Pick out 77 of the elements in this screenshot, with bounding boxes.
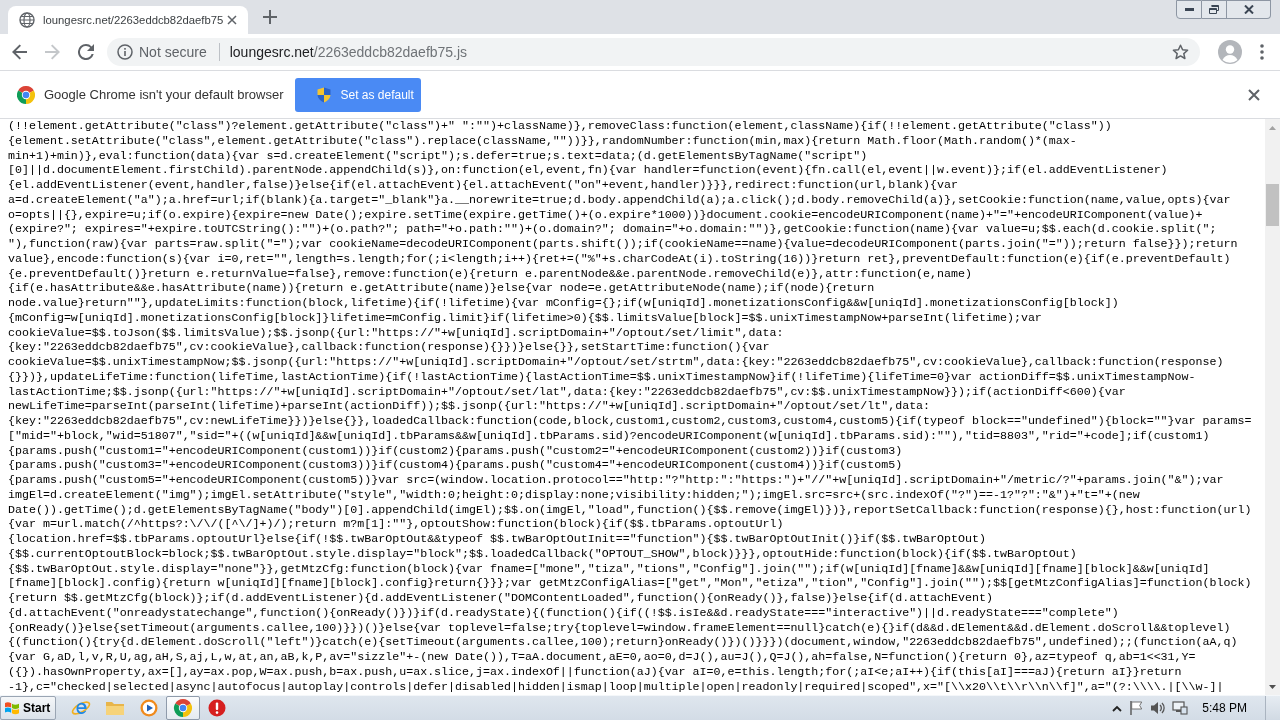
reload-icon	[78, 44, 94, 60]
restore-icon	[1209, 5, 1219, 14]
code-line: {e.preventDefault()}return e.returnValue=false},remove:function(e){return e.parentNode&&e.parentNode.removeChild(e)},attr:function(e,name)	[8, 266, 973, 282]
code-line: {$$.twBarOptOut.style.display="none"}},getMtzCfg:function(block){var fname=["mone","tiza","tions","Config"].join("");if(w[uniqId][fname]&&w[uniqId][fname][block]&&w[uniqId]	[8, 561, 1211, 577]
code-line: {element.setAttribute("class",element.getAttribute("class").replace(className,""))}},randomNumber:function(min,max){return Math.floor(Math.random()*(max-	[8, 133, 1078, 149]
code-line: {var G,aD,l,v,R,U,ag,aH,S,aj,L,w,at,an,aB,k,P,av="sizzle"+-(new Date()),T=aA.document,aE=0,ao=0,d=J(),au=J(),Q=J(),ah=false,N=function(){return 0},az=typeof q,ab=1<<31,Y=	[8, 650, 1197, 665]
minimize-icon	[1184, 7, 1194, 12]
plus-icon	[263, 10, 277, 24]
scroll-down-icon	[1269, 684, 1276, 689]
code-line: {location.href=$$.tbParams.optoutUrl}else{if(!$$.twBarOptOut&&typeof $$.twBarOptOutInit=="function"){$$.twBarOptOutInit()}if($$.twBarOptOut)	[8, 532, 987, 547]
info-icon	[117, 44, 133, 60]
code-line: newLifeTime=parseInt(parseInt(lifeTime)+parseInt(actionDiff));$$.jsonp({url:"https://"+w[uniqId].scriptDomain+"/optout/set/lt",data:	[8, 399, 932, 414]
avatar-icon	[1218, 40, 1242, 64]
code-line: {params.push("custom5="+encodeURIComponent(custom5))}var src=(window.location.protocol=="http:"?"http:":"https:")+"//"+w[uniqId].scriptDomain+"/metric/?"+params.join("&");var	[8, 473, 1225, 488]
code-line: {}})},updateLifeTime:function(lifeTime,lastActionTime){if(!lastActionTime){lastActionTime=$$.unixTimestampNow}if(!lifeTime){lifeTime=0}var actionDiff=$$.unixTimestampNow-	[8, 369, 1197, 385]
close-icon	[1248, 88, 1260, 101]
code-line: [fname][block].config){return w[uniqId][fname][block].config}return{}}};var getMtzConfigAlias=["get","Mon","etiza","tion","Config"].join("");$$[getMtzConfigAlias]=function(block)	[8, 576, 1253, 591]
code-line: {key:"2263eddcb82daefb75",cv:newLifeTime}})}else{}},loadedCallback:function(code,block,custom1,custom2,custom3,custom4,custom5){if(typeof block=="undefined"){block=""}var params=	[8, 414, 1253, 429]
code-line: value},encode:function(s){var i=0,ret="",length=s.length;for(;i<length;i++){ret+=("%"+s.charCodeAt(i).toString(16))}return ret},preventDefault:function(e){if(e.preventDefault)	[8, 251, 1232, 267]
code-line: "),function(raw){var parts=raw.split("=");var cookieName=decodeURIComponent(parts.shift());if(cookieName==name){value=decodeURIComponent(parts.join("="));return false}});return	[8, 237, 1239, 252]
chrome-logo-icon	[17, 85, 35, 104]
code-line: (!!element.getAttribute("class")?element.getAttribute("class")+" ":"")+className)},removeClass:function(element,className){if(!!element.getAttribute("class"))	[8, 119, 1113, 134]
scrollbar[interactable]	[1265, 119, 1280, 695]
code-line: {key:"2263eddcb82daefb75",cv:cookieValue},callback:function(response){}})}else{}},setStartTime:function(){var	[8, 340, 771, 355]
more-vertical-icon	[1260, 44, 1264, 60]
code-line: {onReady()}else{setTimeout(arguments.callee,100)}})()}else{var toplevel=false;try{toplevel=window.frameElement==null}catch(e){}if(d&&d.dElement&&d.dElement.doScroll&&toplevel)	[8, 620, 1232, 636]
browser-tab[interactable]: loungesrc.net/2263eddcb82daefb75	[8, 6, 248, 34]
code-line: {var m=url.match(/^https?:\/\/([^\/]+)/);return m?m[1]:""},optoutShow:function(block){if($$.tbParams.optoutUrl)	[8, 517, 785, 532]
code-line: {params.push("custom1="+encodeURIComponent(custom1))}if(custom2){params.push("custom2="+encodeURIComponent(custom2))}if(custom3)	[8, 443, 904, 459]
minimize-button[interactable]	[1176, 0, 1202, 19]
code-line: {el.addEventListener(event,handler,false)}else{if(el.attachEvent){el.attachEvent("on"+event,handler)}}},redirect:function(url,blank){var	[8, 178, 960, 193]
code-line: lastActionTime;$$.jsonp({url:"https://"+w[uniqId].scriptDomain+"/optout/set/lat",data:{key:"2263eddcb82daefb75",cv:$$.unixTimestampNow}});if(actionDiff<600){var	[8, 384, 1127, 400]
security-label: Not secure	[139, 42, 207, 62]
infobar-message: Google Chrome isn't your default browser	[44, 85, 284, 104]
code-line: (expire?"; expires="+expire.toUTCString():"")+(o.path?"; path="+o.path:"")+(o.domain?"; domain="+o.domain:"")},getCookie:function(name){var value=u;$$.each(d.cookie.split(";	[8, 222, 1218, 237]
code-line: imgEl=d.createElement("img");imgEl.setAttribute("style","width:0;height:0;display:none;visibility:hidden;");imgEl.src=src+(src.indexOf("?")==-1?"?":"&")+"t="+(new	[8, 487, 1141, 503]
taskbar-app-button[interactable]	[166, 696, 200, 720]
chrome-logo-icon	[173, 698, 193, 718]
scrollbar-thumb[interactable]	[1266, 184, 1279, 226]
code-line: {mConfig=w[uniqId].monetizationsConfig[block]}lifetime=mConfig.limit}if(lifetime>0){$$.limitsValue[block]=$$.unixTimestampNow+parseInt(lifetime);var	[8, 310, 1043, 326]
code-line: {params.push("custom3="+encodeURIComponent(custom3))}if(custom4){params.push("custom4="+encodeURIComponent(custom4))}if(custom5)	[8, 458, 904, 473]
code-line: cookieValue=$$.unixTimestampNow;$$.jsonp({url:"https://"+w[uniqId].scriptDomain+"/optout/set/strtm",data:{key:"2263eddcb82daefb75",cv:cookieValue},callback:function(response)	[8, 355, 1225, 370]
start-button[interactable]: Start	[0, 696, 56, 720]
ie-browser-icon	[71, 698, 91, 718]
code-line: {(function(){try{d.dElement.doScroll("left")}catch(e){setTimeout(arguments.callee,100);return}onReady()})()}}})(document,window,"2263eddcb82daefb75",undefined);;(function(aA,q)	[8, 635, 1239, 650]
code-line: {return $$.getMtzCfg(block)};if(d.addEventListener){d.addEventListener("DOMContentLoaded",function(){onReady()},false)}else{if(d.attachEvent)	[8, 591, 994, 606]
code-line: ({}).hasOwnProperty,ax=[],ay=ax.pop,W=ax.push,b=ax.push,u=ax.slice,j=ax.indexOf||function(aJ){var aI=0,e=this.length;for(;aI<e;aI++){if(this[aI]===aJ){return aI}}return	[8, 664, 1183, 680]
code-line: {if(e.hasAttribute&&e.hasAttribute(name)){return e.getAttribute(name)}else{var node=e.getAttributeNode(name);if(node){return	[8, 281, 876, 296]
flag-icon[interactable]	[1128, 700, 1145, 716]
back-arrow-icon	[12, 44, 28, 60]
network-icon[interactable]	[1172, 700, 1189, 716]
globe-icon	[19, 12, 35, 28]
url-text: loungesrc.net/2263eddcb82daefb75.js	[229, 42, 468, 62]
speaker-icon[interactable]	[1150, 700, 1167, 716]
code-line: Date()).getTime();d.getElementsByTagName("body")[0].appendChild(imgEl);$$.on(imgEl,"load",function(){$$.remove(imgEl)})},reportSetCallback:function(response){},host:function(url)	[8, 502, 1253, 518]
code-line: cookieValue=$$.toJson($$.limitsValue);$$.jsonp({url:"https://"+w[uniqId].scriptDomain+"/optout/set/limit",data:	[8, 325, 785, 341]
code-line: ["mid="+block,"wid=51807","sid="+((w[uniqId]&&w[uniqId].tbParams&&w[uniqId].tbParams.sid)?encodeURIComponent(w[uniqId].tbParams.sid):""),"tid=8803","rid="+code];if(custom1)	[8, 428, 1211, 444]
code-line: [0]||d.documentElement.firstChild).parentNode.appendChild(s)},on:function(el,event,fn){var handler=function(event){fn.call(el,event||w.event)};if(el.addEventListener)	[8, 163, 1169, 178]
code-line: node.value}return""},updateLimits:function(block,lifetime){if(!lifetime){var mConfig={};if(w[uniqId].monetizationsConfig&&w[uniqId].monetizationsConfig[block])	[8, 296, 1120, 311]
close-icon	[1243, 5, 1254, 14]
code-line: {$$.currentOptoutBlock=block;$$.twBarOptOut.style.display="block";$$.loadedCallback("OPTOUT_SHOW",block)}}},optoutHide:function(block){if($$.twBarOptOut)	[8, 546, 1078, 562]
close-window-button[interactable]	[1227, 0, 1271, 19]
scroll-up-icon	[1269, 125, 1276, 130]
chevron-up-icon[interactable]	[1112, 704, 1123, 712]
clock-text[interactable]: 5:48 PM	[1202, 699, 1247, 717]
forward-arrow-icon	[45, 44, 61, 60]
restore-button[interactable]	[1202, 0, 1227, 19]
close-icon	[227, 15, 237, 25]
code-line: o=opts||{},expire=u;if(o.expire){expire=new Date();expire.setTime(expire.getTime()+(o.expire*1000))}document.cookie=encodeURIComponent(name)+"="+encodeURIComponent(value)+	[8, 207, 1204, 223]
code-line: min+1)+min)},eval:function(data){var s=d.createElement("script");s.defer=true;s.text=data;(d.getElementsByTagName("script")	[8, 148, 869, 164]
windows-flag-icon	[4, 701, 20, 715]
code-line: {d.attachEvent("onreadystatechange",function(){onReady()})}if(d.readyState){(function(){if((!$$.isIe&&d.readyState==="interactive")||d.readyState==="complete")	[8, 605, 1120, 621]
star-icon	[1171, 44, 1189, 60]
address-bar[interactable]: Not secure loungesrc.net/2263eddcb82daefb75.js	[107, 38, 1200, 66]
shield-icon	[317, 86, 332, 103]
code-line: a=d.createElement("a");a.href=url;if(blank){a.target="_blank"}a.__norewrite=true;d.body.appendChild(a);a.click();d.body.removeChild(a)},setCookie:function(name,value,opts){var	[8, 192, 1232, 208]
code-line: -1},c="checked|selected|async|autofocus|autoplay|controls|defer|disabled|hidden|ismap|loop|multiple|open|readonly|required|scoped",x="[\\x20\\t\\r\\n\\f]",a="(?:\\\\.|[\\w-]|	[8, 679, 1225, 695]
